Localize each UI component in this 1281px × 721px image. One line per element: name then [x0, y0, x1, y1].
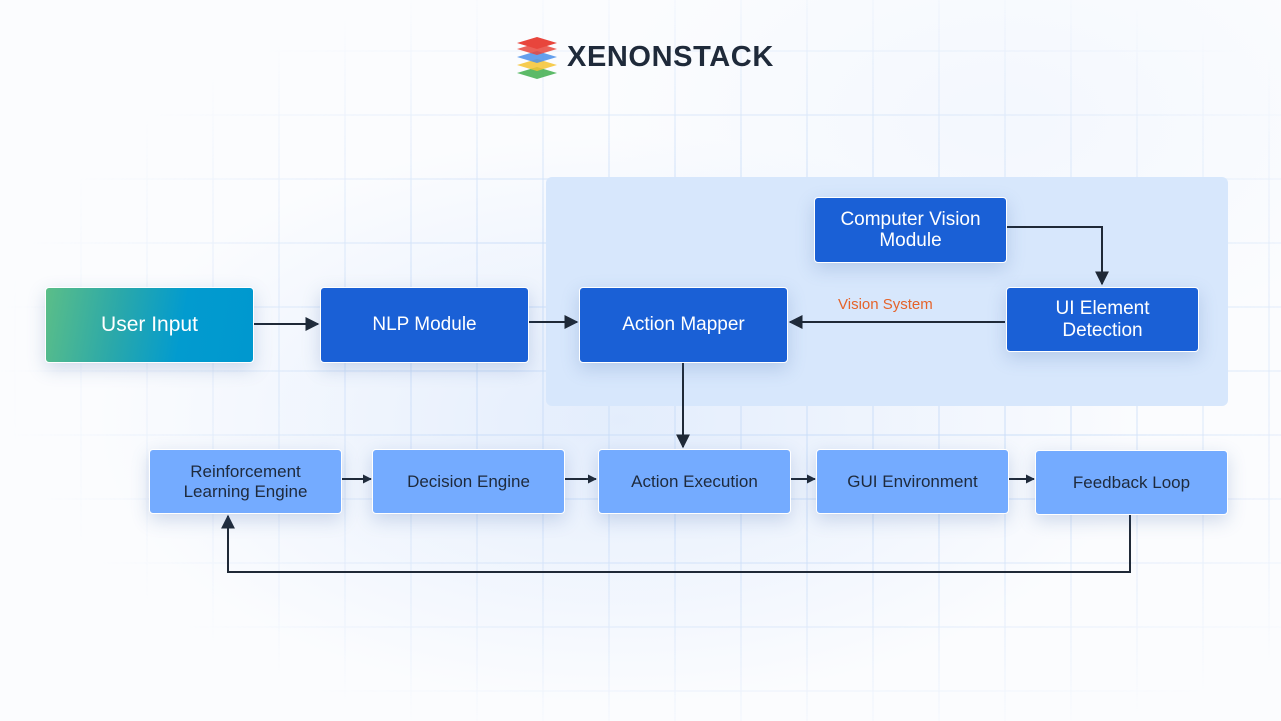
node-reinforcement-learning-engine[interactable]: Reinforcement Learning Engine: [149, 449, 342, 514]
edge-feedback-to-rl: [221, 514, 1131, 573]
node-feedback-loop[interactable]: Feedback Loop: [1035, 450, 1228, 515]
node-nlp-module[interactable]: NLP Module: [320, 287, 529, 363]
node-user-input[interactable]: User Input: [45, 287, 254, 363]
node-gui-environment[interactable]: GUI Environment: [816, 449, 1009, 514]
node-ui-element-detection[interactable]: UI Element Detection: [1006, 287, 1199, 352]
node-computer-vision-module[interactable]: Computer Vision Module: [814, 197, 1007, 263]
edge-label-vision-system: Vision System: [838, 296, 933, 313]
edge-cv-to-ui-detection: [1007, 226, 1109, 286]
node-action-execution[interactable]: Action Execution: [598, 449, 791, 514]
node-decision-engine[interactable]: Decision Engine: [372, 449, 565, 514]
node-action-mapper[interactable]: Action Mapper: [579, 287, 788, 363]
